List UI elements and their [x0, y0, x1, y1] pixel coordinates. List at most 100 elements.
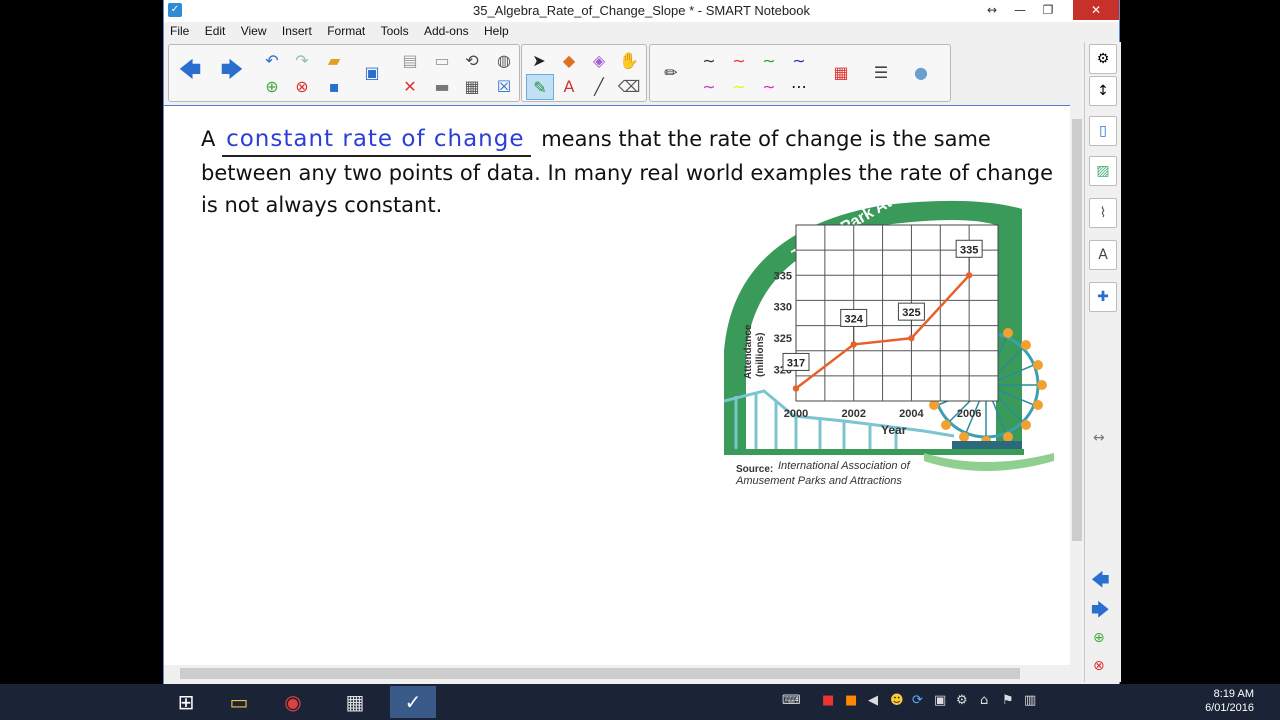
taskbar: ⊞ ▭ ◉ ▦ ✓ ⌨ ■ ■ ◀ ☻ ⟳ ▣ ⚙ ⌂ ⚑ ▥ 8:19 AM … — [0, 684, 1280, 720]
horizontal-scroll-thumb[interactable] — [180, 668, 1020, 679]
menu-view[interactable]: View — [241, 22, 267, 40]
minimize-button[interactable]: — — [1006, 0, 1034, 20]
green-pen-icon[interactable]: ∼ — [756, 48, 782, 72]
y-tick-label: 325 — [774, 333, 792, 345]
transparency-icon[interactable]: ● — [908, 60, 934, 84]
properties-icon[interactable]: A — [1089, 240, 1117, 270]
menu-bar: File Edit View Insert Format Tools Add-o… — [164, 22, 1119, 40]
people-icon[interactable]: ☻ — [890, 693, 904, 708]
clock-date: 6/01/2016 — [1205, 702, 1254, 714]
x-tick-label: 2004 — [899, 408, 924, 420]
flag-icon[interactable]: ⚑ — [1002, 693, 1014, 708]
add-page-icon[interactable]: ⊕ — [259, 74, 285, 98]
pen-type-icon[interactable]: ✏ — [658, 60, 684, 84]
handwritten-annotation[interactable]: constant rate of change — [222, 123, 531, 157]
menu-addons[interactable]: Add-ons — [424, 22, 469, 40]
dashed-pen-icon[interactable]: ⋯ — [786, 74, 812, 98]
save-icon[interactable]: ▪ — [321, 74, 347, 98]
x-tick-label: 2002 — [841, 408, 865, 420]
fill-icon[interactable]: ✋ — [616, 48, 642, 72]
close-icon[interactable]: ☒ — [491, 74, 517, 98]
paste-icon[interactable]: ▤ — [397, 48, 423, 72]
notebook-page[interactable]: A constant rate of change means that the… — [164, 105, 1070, 666]
red-pen-icon[interactable]: ∼ — [726, 48, 752, 72]
y-axis-label-bottom: (millions) — [755, 333, 766, 377]
delete-page-side-icon[interactable]: ⊗ — [1093, 658, 1105, 674]
vertical-scroll-thumb[interactable] — [1072, 119, 1082, 541]
theme-park-figure[interactable]: Theme Park Attendance 320325330335200020… — [724, 191, 1064, 491]
eraser-icon[interactable]: ◈ — [586, 48, 612, 72]
pen-icon[interactable]: ✎ — [526, 74, 554, 100]
clock-time: 8:19 AM — [1213, 688, 1254, 700]
file-explorer-icon[interactable]: ▭ — [216, 686, 262, 718]
delete-page-icon[interactable]: ⊗ — [289, 74, 315, 98]
open-icon[interactable]: ▰ — [321, 48, 347, 72]
line-style-icon[interactable]: ☰ — [868, 60, 894, 84]
usb-icon[interactable]: ⌂ — [980, 693, 988, 708]
screen-share-icon[interactable]: ▣ — [359, 60, 385, 84]
restore-button[interactable]: ❐ — [1034, 0, 1062, 20]
keyboard-icon[interactable]: ⌨ — [782, 693, 801, 708]
window-title: 35_Algebra_Rate_of_Change_Slope * - SMAR… — [472, 3, 811, 18]
toolbar-group-tools: ➤ ◆ ◈ ✋ ✎ A ╱ ⌫ — [521, 44, 647, 102]
display-tray-icon[interactable]: ▣ — [934, 693, 946, 708]
back-icon[interactable]: 🡄 — [177, 58, 203, 84]
vertical-scrollbar[interactable] — [1070, 105, 1084, 665]
smart-notebook-taskbar-icon[interactable]: ✓ — [390, 686, 436, 718]
menu-tools[interactable]: Tools — [381, 22, 409, 40]
x-tick-label: 2006 — [957, 408, 981, 420]
black-pen-icon[interactable]: ∼ — [696, 48, 722, 72]
chrome-icon[interactable]: ◉ — [270, 686, 316, 718]
attachments-icon[interactable]: ⌇ — [1089, 198, 1117, 228]
acrobat-icon[interactable]: ■ — [822, 693, 834, 708]
settings-icon[interactable]: ⚙ — [1089, 44, 1117, 74]
menu-edit[interactable]: Edit — [205, 22, 226, 40]
select-icon[interactable]: ➤ — [526, 48, 552, 72]
globe-icon[interactable]: ◍ — [491, 48, 517, 72]
capture-icon[interactable]: ⟲ — [459, 48, 485, 72]
volume-icon[interactable]: ◀ — [868, 693, 878, 708]
delete-icon[interactable]: ✕ — [397, 74, 423, 98]
calculator-icon[interactable]: ▦ — [332, 686, 378, 718]
source-text: International Association of Amusement P… — [736, 460, 910, 487]
clock[interactable]: 8:19 AM 6/01/2016 — [1205, 687, 1254, 715]
sync-icon[interactable]: ⟳ — [912, 693, 923, 708]
close-button[interactable]: ✕ — [1073, 0, 1119, 20]
menu-file[interactable]: File — [170, 22, 189, 40]
line-icon[interactable]: ╱ — [586, 74, 612, 98]
yellow-pen-icon[interactable]: ∼ — [726, 74, 752, 98]
add-page-side-icon[interactable]: ⊕ — [1093, 630, 1105, 646]
undo-icon[interactable]: ↶ — [259, 48, 285, 72]
resize-icon[interactable]: ↔ — [978, 0, 1006, 20]
magenta-pen-icon[interactable]: ∼ — [756, 74, 782, 98]
menu-format[interactable]: Format — [327, 22, 365, 40]
shapes-icon[interactable]: ◆ — [556, 48, 582, 72]
network-icon[interactable]: ▥ — [1024, 693, 1036, 708]
menu-help[interactable]: Help — [484, 22, 509, 40]
previous-page-icon[interactable]: 🡄 — [1091, 568, 1110, 598]
settings-tray-icon[interactable]: ⚙ — [956, 693, 968, 708]
menu-insert[interactable]: Insert — [282, 22, 312, 40]
color-icon[interactable]: ▦ — [828, 60, 854, 84]
gallery-icon[interactable]: ▨ — [1089, 156, 1117, 186]
next-page-icon[interactable]: 🡆 — [1091, 598, 1110, 628]
screen-shade-icon[interactable]: ▭ — [429, 48, 455, 72]
app-tray-icon[interactable]: ■ — [845, 693, 857, 708]
redo-icon[interactable]: ↷ — [289, 48, 315, 72]
move-sidebar-icon[interactable]: ↕ — [1089, 76, 1117, 106]
horizontal-scrollbar[interactable] — [164, 665, 1070, 682]
expand-panel-icon[interactable]: ↔ — [1093, 430, 1105, 446]
page-sorter-icon[interactable]: ▯ — [1089, 116, 1117, 146]
addons-icon[interactable]: ✚ — [1089, 282, 1117, 312]
forward-icon[interactable]: 🡆 — [219, 58, 245, 84]
y-axis-label-top: Attendance — [743, 324, 754, 379]
start-icon[interactable]: ⊞ — [163, 686, 209, 718]
display-icon[interactable]: ▬ — [429, 74, 455, 98]
text-icon[interactable]: A — [556, 74, 582, 98]
lead-word: A — [201, 127, 216, 151]
creative-pen-icon[interactable]: ⌫ — [616, 74, 642, 98]
y-tick-label: 330 — [774, 302, 792, 314]
purple-pen-icon[interactable]: ∼ — [696, 74, 722, 98]
blue-pen-icon[interactable]: ∼ — [786, 48, 812, 72]
table-icon[interactable]: ▦ — [459, 74, 485, 98]
